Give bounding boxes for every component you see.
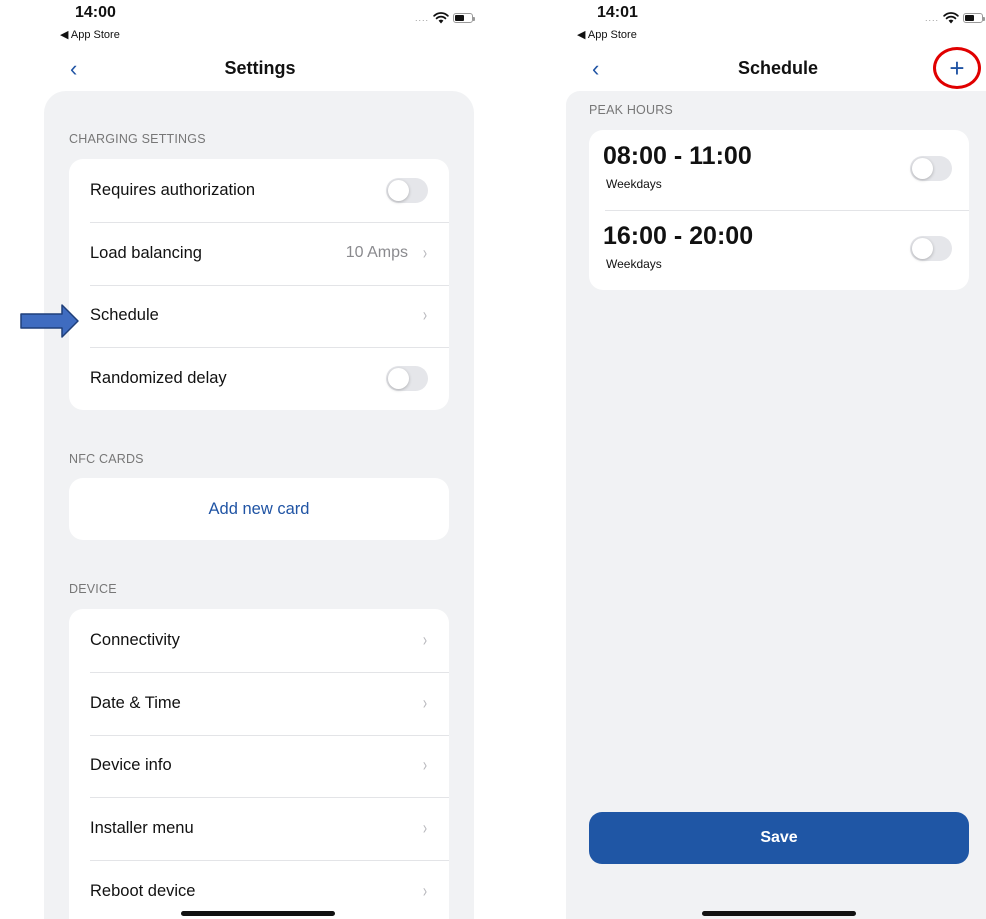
row-label: Installer menu (90, 819, 194, 838)
load-balancing-row[interactable]: Load balancing 10 Amps › (69, 221, 449, 285)
chevron-right-icon: › (422, 755, 428, 776)
add-new-card-button[interactable]: Add new card (69, 478, 449, 540)
schedule-row[interactable]: Schedule › (69, 284, 449, 348)
schedule-item[interactable]: 16:00 - 20:00 Weekdays (589, 210, 969, 290)
schedule-days: Weekdays (606, 177, 662, 191)
connectivity-row[interactable]: Connectivity › (69, 609, 449, 672)
schedule-sheet: PEAK HOURS 08:00 - 11:00 Weekdays 16:00 … (566, 91, 986, 919)
chevron-right-icon: › (422, 242, 428, 263)
row-label: Connectivity (90, 630, 180, 649)
row-label: Date & Time (90, 693, 181, 712)
status-time: 14:01 (597, 4, 638, 21)
randomized-delay-row[interactable]: Randomized delay (69, 347, 449, 410)
schedule-screen: 14:01 ◀ App Store .... ‹ Schedule PEAK H… (522, 0, 986, 919)
peak-hours-card: 08:00 - 11:00 Weekdays 16:00 - 20:00 Wee… (589, 130, 969, 290)
schedule-item[interactable]: 08:00 - 11:00 Weekdays (589, 130, 969, 210)
save-button[interactable]: Save (589, 812, 969, 864)
row-label: Randomized delay (90, 369, 227, 388)
chevron-right-icon: › (422, 881, 428, 902)
back-chevron-icon[interactable]: ‹ (70, 56, 77, 82)
section-header-nfc: NFC CARDS (69, 452, 144, 466)
section-header-peak-hours: PEAK HOURS (589, 103, 673, 117)
requires-authorization-toggle[interactable] (386, 177, 428, 203)
device-info-row[interactable]: Device info › (69, 734, 449, 798)
chevron-right-icon: › (422, 818, 428, 839)
schedule-toggle[interactable] (910, 156, 952, 181)
status-icons: .... (415, 12, 476, 24)
schedule-toggle[interactable] (910, 236, 952, 261)
row-label: Device info (90, 756, 172, 775)
settings-sheet: CHARGING SETTINGS Requires authorization… (44, 91, 474, 919)
charging-settings-card: Requires authorization Load balancing 10… (69, 159, 449, 411)
battery-icon (453, 13, 476, 23)
back-to-app-store-link[interactable]: ◀ App Store (60, 28, 120, 41)
add-schedule-button[interactable]: + (933, 47, 981, 89)
load-balancing-value: 10 Amps (345, 244, 408, 262)
page-title: Schedule (737, 58, 819, 78)
section-header-charging: CHARGING SETTINGS (69, 132, 206, 146)
annotation-circle (933, 47, 981, 89)
row-label: Load balancing (90, 243, 202, 262)
randomized-delay-toggle[interactable] (386, 366, 428, 392)
nfc-cards-card: Add new card (69, 478, 449, 540)
row-label: Schedule (90, 306, 159, 325)
battery-icon (963, 13, 986, 23)
installer-menu-row[interactable]: Installer menu › (69, 797, 449, 860)
date-time-row[interactable]: Date & Time › (69, 671, 449, 735)
settings-screen: 14:00 ◀ App Store .... ‹ Settings CHARGI… (0, 0, 500, 919)
status-icons: .... (925, 12, 986, 24)
home-indicator (702, 911, 856, 916)
wifi-icon (433, 12, 449, 24)
schedule-days: Weekdays (606, 257, 662, 271)
device-card: Connectivity › Date & Time › Device info… (69, 609, 449, 919)
signal-icon: .... (925, 13, 940, 23)
row-label: Reboot device (90, 882, 196, 901)
chevron-right-icon: › (422, 305, 428, 326)
chevron-right-icon: › (422, 629, 428, 650)
row-label: Requires authorization (90, 180, 256, 199)
page-title: Settings (224, 58, 296, 78)
annotation-arrow-icon (20, 304, 79, 338)
back-to-app-store-link[interactable]: ◀ App Store (577, 28, 637, 41)
home-indicator (181, 911, 335, 916)
chevron-right-icon: › (422, 692, 428, 713)
signal-icon: .... (415, 13, 430, 23)
wifi-icon (943, 12, 959, 24)
requires-authorization-row[interactable]: Requires authorization (69, 159, 449, 222)
status-time: 14:00 (75, 4, 116, 21)
section-header-device: DEVICE (69, 582, 117, 596)
back-chevron-icon[interactable]: ‹ (592, 56, 599, 82)
